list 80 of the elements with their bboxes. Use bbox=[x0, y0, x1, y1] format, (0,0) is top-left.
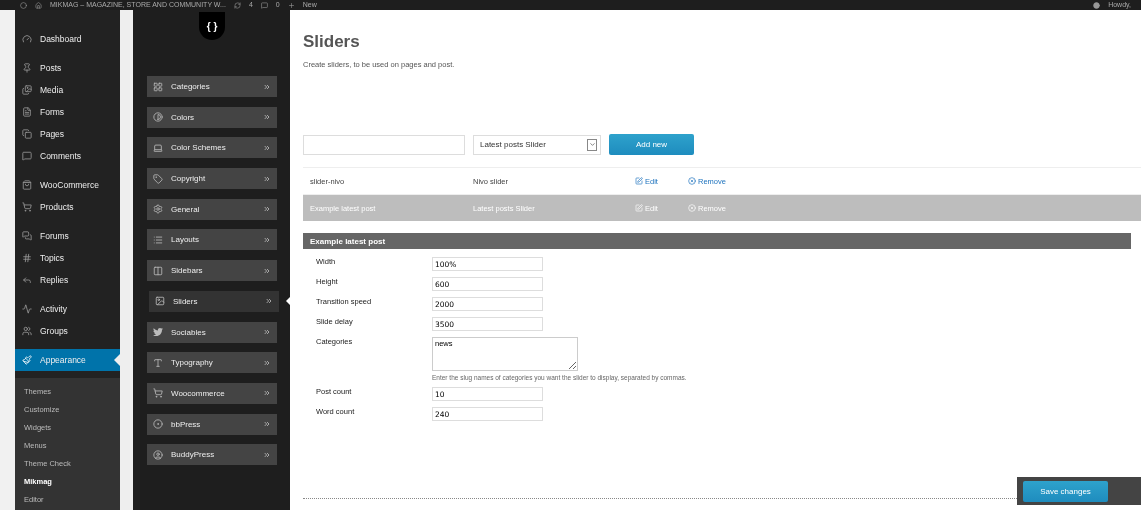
admin-menu-item[interactable]: Groups bbox=[15, 320, 120, 342]
admin-menu-item[interactable]: Forms bbox=[15, 101, 120, 123]
nav-button[interactable]: Sidebars bbox=[147, 260, 277, 282]
gauge-icon bbox=[22, 34, 32, 44]
circle-icon[interactable] bbox=[20, 1, 27, 9]
admin-menu-item[interactable]: Appearance bbox=[15, 349, 120, 371]
list-icon bbox=[153, 234, 163, 245]
nav-button[interactable]: Layouts bbox=[147, 229, 277, 251]
nav-button[interactable]: Colors bbox=[147, 106, 277, 128]
settings-header: Example latest post bbox=[303, 233, 1131, 249]
pin-icon bbox=[22, 63, 32, 73]
speech-bubble-icon bbox=[22, 151, 32, 161]
double-chevron-icon bbox=[265, 297, 273, 306]
images-icon bbox=[22, 85, 32, 95]
admin-menu-item[interactable]: Products bbox=[15, 196, 120, 218]
admin-menu-item[interactable]: Pages bbox=[15, 123, 120, 145]
double-chevron-icon bbox=[263, 266, 271, 275]
laptop-icon bbox=[153, 142, 163, 153]
users-icon bbox=[22, 326, 32, 336]
nav-button[interactable]: bbPress bbox=[147, 413, 277, 435]
half-circle-icon bbox=[153, 112, 163, 123]
admin-menu-item[interactable]: WooCommerce bbox=[15, 174, 120, 196]
forum-bubbles-icon bbox=[22, 231, 32, 241]
nav-button[interactable]: Woocommerce bbox=[147, 382, 277, 404]
admin-menu-item[interactable]: Dashboard bbox=[15, 28, 120, 50]
double-chevron-icon bbox=[263, 235, 271, 244]
comment-icon[interactable] bbox=[260, 1, 268, 9]
paintbrush-icon bbox=[22, 355, 32, 365]
user-icon bbox=[153, 449, 163, 460]
nav-button[interactable]: Typography bbox=[147, 352, 277, 374]
admin-menu-item[interactable]: Topics bbox=[15, 247, 120, 269]
edit-icon bbox=[635, 204, 643, 212]
grid-icon bbox=[153, 81, 163, 92]
gear-icon bbox=[153, 204, 163, 215]
cart-icon bbox=[153, 388, 163, 399]
bag-icon bbox=[22, 180, 32, 190]
double-chevron-icon bbox=[263, 143, 271, 152]
admin-menu-item[interactable]: Activity bbox=[15, 298, 120, 320]
page-title: Sliders bbox=[303, 32, 361, 52]
double-chevron-icon bbox=[263, 450, 271, 459]
logo: { } bbox=[199, 12, 225, 40]
type-icon bbox=[153, 357, 163, 368]
double-chevron-icon bbox=[263, 82, 271, 91]
plus-icon[interactable] bbox=[287, 1, 295, 9]
double-chevron-icon bbox=[263, 113, 271, 122]
double-chevron-icon bbox=[263, 389, 271, 398]
cart-icon bbox=[22, 202, 32, 212]
pages-icon bbox=[22, 129, 32, 139]
admin-menu-item[interactable]: Forums bbox=[15, 225, 120, 247]
nav-button[interactable]: Categories bbox=[147, 76, 277, 97]
selection-pointer bbox=[286, 295, 292, 308]
image-icon bbox=[155, 296, 165, 307]
bird-icon bbox=[153, 327, 163, 337]
home-icon[interactable] bbox=[35, 1, 42, 9]
activity-icon bbox=[22, 304, 32, 314]
admin-menu-item[interactable]: Posts bbox=[15, 57, 120, 79]
nav-button[interactable]: Copyright bbox=[147, 168, 277, 190]
nav-button[interactable]: BuddyPress bbox=[147, 444, 277, 466]
admin-menu-item[interactable]: Media bbox=[15, 79, 120, 101]
double-chevron-icon bbox=[263, 328, 271, 336]
circle-icon bbox=[153, 419, 163, 430]
nav-button[interactable]: General bbox=[147, 198, 277, 220]
form-icon bbox=[22, 107, 32, 117]
slider-name-input[interactable] bbox=[303, 134, 465, 155]
double-chevron-icon bbox=[263, 205, 271, 214]
double-chevron-icon bbox=[263, 358, 271, 367]
columns-icon bbox=[153, 265, 163, 276]
nav-button[interactable]: Color Schemes bbox=[147, 137, 277, 159]
refresh-icon[interactable] bbox=[233, 1, 241, 9]
reply-icon bbox=[22, 275, 32, 285]
tag-icon bbox=[153, 173, 163, 184]
double-chevron-icon bbox=[263, 174, 271, 183]
slider-type-select[interactable]: Latest posts Slider bbox=[473, 134, 601, 155]
avatar-icon[interactable] bbox=[1093, 1, 1101, 9]
hash-icon bbox=[22, 253, 32, 263]
admin-menu-item[interactable]: Replies bbox=[15, 269, 120, 291]
nav-button[interactable]: Sociables bbox=[147, 321, 277, 343]
double-chevron-icon bbox=[263, 420, 271, 429]
edit-icon bbox=[635, 177, 643, 185]
admin-menu-item[interactable]: Comments bbox=[15, 145, 120, 167]
